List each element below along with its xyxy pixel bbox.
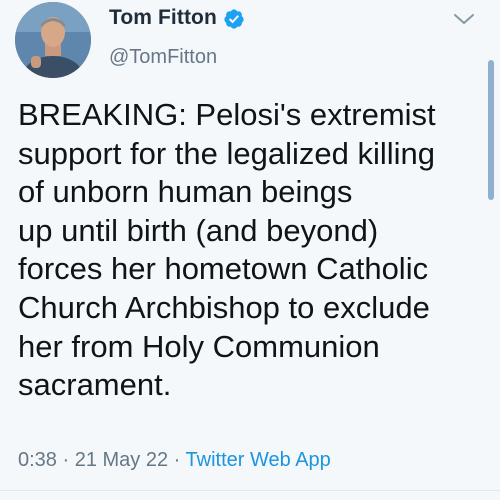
verified-badge-icon [224, 8, 244, 29]
author-display-name[interactable]: Tom Fitton [109, 6, 217, 30]
author-handle[interactable]: @TomFitton [109, 46, 217, 69]
tweet-text-line: support for the legalized killing [18, 135, 436, 171]
tweet-text-line: sacrament. [18, 367, 172, 403]
author-name-row[interactable]: Tom Fitton [109, 6, 245, 30]
meta-separator: · [168, 449, 186, 471]
tweet-text-line: forces her hometown Catholic [18, 251, 429, 287]
tweet-text-line: of unborn human beings [18, 174, 353, 210]
divider [0, 490, 500, 491]
tweet-text-line: up until birth (and beyond) [18, 212, 379, 248]
tweet-text-line: Church Archbishop to exclude [18, 289, 430, 325]
tweet-text-line: BREAKING: Pelosi's extremist [18, 97, 436, 132]
tweet-source-app-link[interactable]: Twitter Web App [186, 449, 331, 471]
chevron-down-icon[interactable] [452, 10, 476, 28]
avatar[interactable] [15, 2, 91, 78]
meta-separator: · [56, 449, 75, 471]
profile-photo [15, 2, 91, 78]
tweet-text-line: her from Holy Communion [18, 328, 380, 364]
tweet-meta: 0:38 · 21 May 22 · Twitter Web App [18, 449, 331, 472]
tweet-date[interactable]: 21 May 22 [75, 449, 168, 471]
tweet-text: BREAKING: Pelosi's extremist support for… [18, 96, 488, 405]
tweet-time[interactable]: 0:38 [18, 449, 57, 471]
scrollbar[interactable] [488, 60, 494, 200]
tweet-card: Tom Fitton @TomFitton BREAKING: Pelosi's… [0, 0, 500, 500]
